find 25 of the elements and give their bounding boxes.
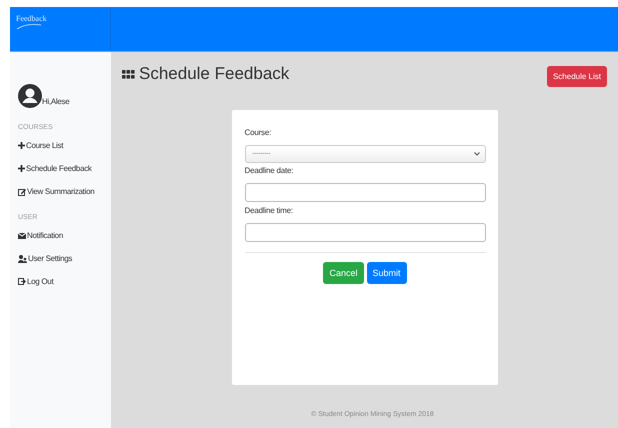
field-label: Deadline date: (244, 166, 294, 175)
swoosh-icon (16, 23, 42, 29)
sidebar-item[interactable]: User Settings (18, 254, 111, 263)
schedule-list-button[interactable]: Schedule List (546, 66, 607, 87)
sign-out-icon (18, 278, 26, 285)
avatar-icon (18, 84, 42, 108)
page-title: Schedule Feedback (139, 64, 290, 84)
envelope-icon (18, 232, 26, 238)
sidebar-item[interactable]: Course List (18, 141, 111, 150)
sidebar-item[interactable]: Schedule Feedback (18, 164, 111, 173)
sidebar-item[interactable]: View Summarization (18, 187, 111, 196)
grid-icon (122, 70, 135, 78)
user-greeting: Hi,Alese (42, 97, 70, 106)
field-label: Course: (244, 128, 272, 137)
sidebar-item[interactable]: Log Out (18, 277, 111, 286)
plus-icon (18, 142, 25, 149)
submit-button[interactable]: Submit (366, 262, 407, 284)
input-field[interactable] (244, 223, 486, 242)
sidebar-item[interactable]: Notification (18, 231, 111, 240)
chevron-icon (474, 152, 480, 156)
field-label: Deadline time: (244, 206, 294, 215)
input-field[interactable] (244, 183, 486, 202)
users-icon (18, 254, 27, 262)
plus-icon (18, 165, 25, 172)
edit-icon (18, 188, 26, 196)
